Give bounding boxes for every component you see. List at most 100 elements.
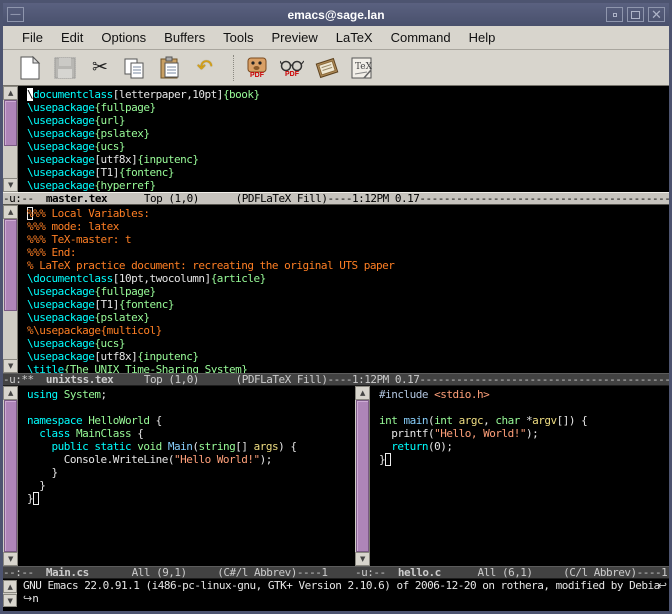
code-line: } [27,466,355,479]
code-line: public static void Main(string[] args) { [27,440,355,453]
code-line: Console.WriteLine("Hello World!"); [27,453,355,466]
menubar: FileEditOptionsBuffersToolsPreviewLaTeXC… [3,26,669,50]
code-line: } [27,492,355,505]
echo-message-line1: GNU Emacs 22.0.91.1 (i486-pc-linux-gnu, … [3,579,669,592]
menu-item-preview[interactable]: Preview [262,28,326,47]
undo-icon: ↶ [197,58,213,77]
code-line: using System; [27,388,355,401]
modeline-hello-c[interactable]: -u:-- hello.c All (6,1) (C/l Abbrev)----… [355,566,669,579]
scroll-up-icon[interactable]: ▲ [355,386,370,400]
code-line: class MainClass { [27,427,355,440]
pdflatex-button[interactable]: PDF [242,53,272,83]
emacs-frame: ▲ ▼ \documentclass[letterpaper,10pt]{boo… [3,86,669,611]
cut-button[interactable]: ✂ [85,53,115,83]
menu-item-help[interactable]: Help [460,28,505,47]
modeline-main-cs[interactable]: --:-- Main.cs All (9,1) (C#/l Abbrev)---… [3,566,355,579]
shade-icon[interactable] [606,7,623,22]
code-line: %%% Local Variables: [27,207,669,220]
scroll-thumb[interactable] [4,219,17,311]
code-line: %%% TeX-master: t [27,233,669,246]
undo-button[interactable]: ↶ [190,53,220,83]
scroll-up-icon[interactable]: ▲ [3,86,18,100]
scroll-thumb[interactable] [356,400,369,552]
new-file-icon [19,56,41,80]
scroll-up-icon[interactable]: ▲ [3,580,17,593]
scroll-thumb[interactable] [4,400,17,552]
scroll-up-icon[interactable]: ▲ [3,205,18,219]
pdflatex-dog-icon [247,57,267,73]
save-button[interactable] [50,53,80,83]
code-line [27,401,355,414]
code-line: \documentclass[10pt,twocolumn]{article} [27,272,669,285]
save-icon [54,57,76,79]
bibtex-button[interactable] [312,53,342,83]
scrollbar-main-cs[interactable]: ▲ ▼ [3,386,18,566]
maximize-icon[interactable] [627,7,644,22]
buffer-text-hello-c[interactable]: #include <stdio.h> int main(int argc, ch… [379,388,669,566]
code-line: \usepackage{ucs} [27,337,669,350]
code-line: \usepackage[utf8x]{inputenc} [27,153,669,166]
scrollbar-hello-c[interactable]: ▲ ▼ [355,386,370,566]
titlebar[interactable]: emacs@sage.lan — ✕ [3,3,669,26]
window-hello-c[interactable]: ▲ ▼ #include <stdio.h> int main(int argc… [355,386,669,566]
scroll-down-icon[interactable]: ▼ [355,552,370,566]
close-icon[interactable]: ✕ [648,7,665,22]
modeline-unixtss-tex[interactable]: -u:** unixtss.tex Top (1,0) (PDFLaTeX Fi… [3,373,669,386]
minibuffer-scrollbar[interactable]: ▲ ▼ [3,580,17,607]
copy-button[interactable] [120,53,150,83]
menu-item-tools[interactable]: Tools [214,28,262,47]
emacs-window-frame: emacs@sage.lan — ✕ FileEditOptionsBuffer… [0,0,672,614]
book-icon [315,57,339,79]
code-line: #include <stdio.h> [379,388,669,401]
toolbar-separator [233,55,234,81]
code-line: } [27,479,355,492]
buffer-text-master[interactable]: \documentclass[letterpaper,10pt]{book}\u… [27,88,669,192]
menu-item-latex[interactable]: LaTeX [327,28,382,47]
code-line: \usepackage{hyperref} [27,179,669,192]
code-line [379,401,669,414]
scroll-down-icon[interactable]: ▼ [3,178,18,192]
code-line: printf("Hello, World!"); [379,427,669,440]
menu-item-options[interactable]: Options [92,28,155,47]
window-title: emacs@sage.lan [3,8,669,22]
view-pdf-button[interactable]: PDF [277,53,307,83]
window-unixtss-tex[interactable]: ▲ ▼ %%% Local Variables: %%% mode: latex… [3,205,669,373]
scroll-down-icon[interactable]: ▼ [3,359,18,373]
paste-button[interactable] [155,53,185,83]
menu-item-command[interactable]: Command [382,28,460,47]
paste-icon [158,56,182,80]
new-file-button[interactable] [15,53,45,83]
code-line: %%% mode: latex [27,220,669,233]
code-line: \usepackage{pslatex} [27,127,669,140]
code-line: } [379,453,669,466]
code-line: int main(int argc, char *argv[]) { [379,414,669,427]
copy-icon [123,56,147,80]
code-line: \usepackage{pslatex} [27,311,669,324]
scroll-down-icon[interactable]: ▼ [3,594,17,607]
code-line: %\usepackage{multicol} [27,324,669,337]
buffer-text-unixtss[interactable]: %%% Local Variables: %%% mode: latex%%% … [27,207,669,373]
cut-icon: ✂ [92,58,108,77]
code-line: \usepackage[T1]{fontenc} [27,298,669,311]
scroll-down-icon[interactable]: ▼ [3,552,18,566]
window-main-cs[interactable]: ▲ ▼ using System; namespace HelloWorld {… [3,386,355,566]
code-line: \title{The UNIX Time-Sharing System} [27,363,669,373]
scrollbar-unixtss[interactable]: ▲ ▼ [3,205,18,373]
echo-area[interactable]: ▲ ▼ GNU Emacs 22.0.91.1 (i486-pc-linux-g… [3,579,669,611]
code-line: % LaTeX practice document: recreating th… [27,259,669,272]
view-pdf-label: PDF [285,71,299,78]
pdflatex-label: PDF [250,72,264,79]
code-line: \usepackage{ucs} [27,140,669,153]
menu-item-buffers[interactable]: Buffers [155,28,214,47]
window-master-tex[interactable]: ▲ ▼ \documentclass[letterpaper,10pt]{boo… [3,86,669,192]
modeline-master-tex[interactable]: -u:-- master.tex Top (1,0) (PDFLaTeX Fil… [3,192,669,205]
menu-item-edit[interactable]: Edit [52,28,92,47]
latex-button[interactable]: TeX [347,53,377,83]
scroll-thumb[interactable] [4,100,17,146]
scrollbar-master[interactable]: ▲ ▼ [3,86,18,192]
echo-message-line2: ↪n [3,592,669,605]
code-line: return(0); [379,440,669,453]
menu-item-file[interactable]: File [13,28,52,47]
scroll-up-icon[interactable]: ▲ [3,386,18,400]
buffer-text-main-cs[interactable]: using System; namespace HelloWorld { cla… [27,388,355,566]
